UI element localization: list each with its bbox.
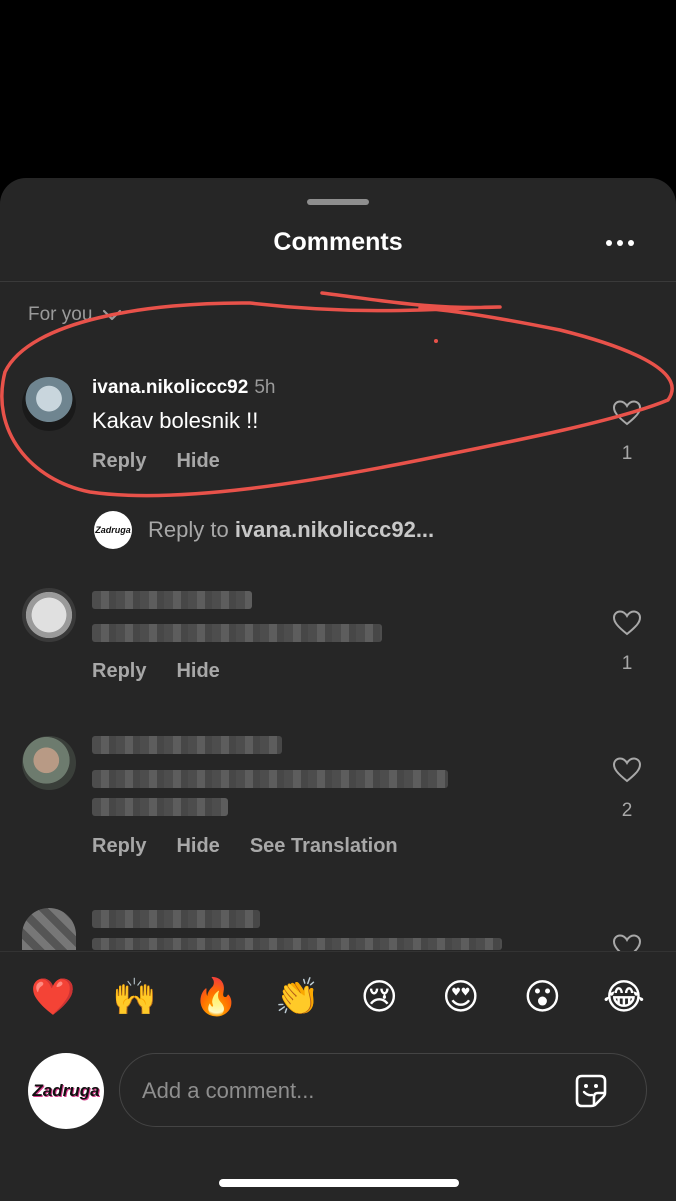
- blurred-text: [92, 624, 382, 642]
- crying-emoji-button[interactable]: 😢: [356, 974, 402, 1020]
- reply-prompt-username: ivana.nikoliccc92...: [234, 517, 435, 542]
- hide-button[interactable]: Hide: [176, 450, 219, 473]
- sort-label: For you: [28, 304, 93, 325]
- comment-input-placeholder: Add a comment...: [142, 1078, 315, 1103]
- like-count: 1: [621, 443, 633, 464]
- like-count: 1: [621, 653, 633, 674]
- avatar[interactable]: [22, 908, 76, 950]
- heart-icon[interactable]: [612, 609, 642, 637]
- emoji-bar-divider: [0, 951, 676, 952]
- more-options-icon[interactable]: [606, 236, 646, 250]
- blurred-username: [92, 591, 252, 609]
- blurred-text: [92, 770, 448, 788]
- blurred-username: [92, 736, 282, 754]
- comment-username[interactable]: ivana.nikoliccc92 5h: [92, 377, 275, 399]
- avatar[interactable]: [22, 736, 76, 790]
- hide-button[interactable]: Hide: [176, 660, 219, 683]
- heart-eyes-emoji-button[interactable]: 😍: [438, 974, 484, 1020]
- page-title: Comments: [273, 228, 403, 256]
- chevron-down-icon: [103, 309, 122, 321]
- surprised-emoji-button[interactable]: 😮: [519, 974, 565, 1020]
- reply-button[interactable]: Reply: [92, 660, 146, 683]
- comment-text: Kakav bolesnik !!: [92, 408, 259, 433]
- blurred-username: [92, 910, 260, 928]
- avatar[interactable]: [22, 377, 76, 431]
- like-count: 2: [621, 800, 633, 821]
- clapping-emoji-button[interactable]: 👏: [275, 974, 321, 1020]
- blurred-text: [92, 938, 502, 950]
- comment-time: 5h: [254, 377, 276, 398]
- avatar[interactable]: [22, 588, 76, 642]
- raising-hands-emoji-button[interactable]: 🙌: [112, 974, 158, 1020]
- header-divider: [0, 281, 676, 282]
- avatar: Zadruga: [28, 1053, 104, 1129]
- avatar: Zadruga: [94, 511, 132, 549]
- sticker-icon[interactable]: [571, 1071, 611, 1111]
- heart-icon[interactable]: [612, 756, 642, 784]
- fire-emoji-button[interactable]: 🔥: [193, 974, 239, 1020]
- heart-emoji-button[interactable]: ❤️: [30, 974, 76, 1020]
- laughing-emoji-button[interactable]: 😂: [601, 974, 647, 1020]
- blurred-text: [92, 798, 228, 816]
- reply-prompt[interactable]: Zadruga Reply to ivana.nikoliccc92...: [94, 511, 434, 549]
- comments-sheet: Comments For you ivana.nikoliccc92 5h Kak…: [0, 178, 676, 1201]
- sort-dropdown[interactable]: For you: [28, 304, 122, 326]
- see-translation-button[interactable]: See Translation: [250, 835, 398, 858]
- drag-handle[interactable]: [307, 199, 369, 205]
- heart-icon[interactable]: [612, 933, 642, 951]
- reply-button[interactable]: Reply: [92, 835, 146, 858]
- heart-icon[interactable]: [612, 399, 642, 427]
- comment-input[interactable]: Add a comment...: [119, 1053, 647, 1127]
- hide-button[interactable]: Hide: [176, 835, 219, 858]
- reply-prompt-prefix: Reply to: [148, 517, 235, 542]
- reply-button[interactable]: Reply: [92, 450, 146, 473]
- emoji-bar: ❤️ 🙌 🔥 👏 😢 😍 😮 😂: [0, 974, 676, 1020]
- avatar-logo-text: Zadruga: [32, 1081, 100, 1100]
- home-indicator: [219, 1179, 459, 1187]
